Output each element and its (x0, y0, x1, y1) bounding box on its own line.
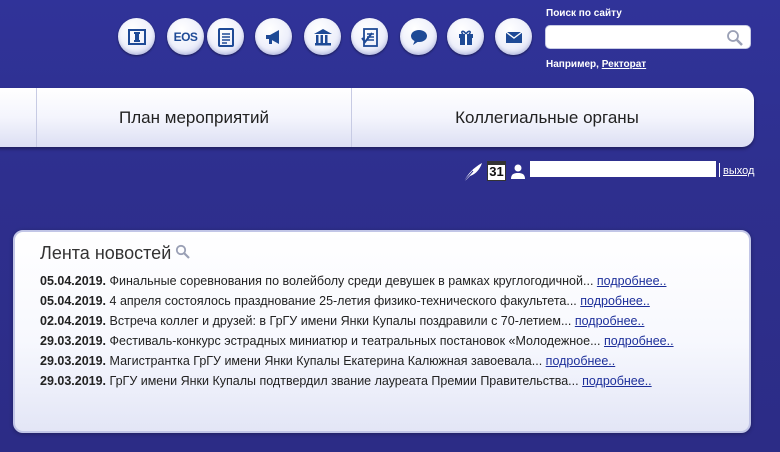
logout-link[interactable]: выход (723, 165, 754, 177)
menu-item-collegial-bodies[interactable]: Коллегиальные органы (352, 88, 742, 147)
menu-item-events-plan[interactable]: План мероприятий (37, 88, 351, 147)
news-item: 29.03.2019. Фестиваль-конкурс эстрадных … (40, 331, 674, 351)
user-name-field (530, 161, 716, 177)
megaphone-icon[interactable] (255, 18, 292, 55)
news-date: 29.03.2019. (40, 354, 107, 368)
news-list: 05.04.2019. Финальные соревнования по во… (40, 271, 674, 391)
news-title-text: Лента новостей (40, 243, 172, 263)
news-more-link[interactable]: подробнее.. (582, 374, 652, 388)
news-more-link[interactable]: подробнее.. (575, 314, 645, 328)
news-more-link[interactable]: подробнее.. (546, 354, 616, 368)
search-hint-prefix: Например, (546, 59, 599, 70)
news-text: Магистрантка ГрГУ имени Янки Купалы Екат… (109, 354, 543, 368)
main-menu: План мероприятий Коллегиальные органы (0, 88, 754, 147)
news-text: Встреча коллег и друзей: в ГрГУ имени Ян… (109, 314, 572, 328)
news-text: Финальные соревнования по волейболу сред… (109, 274, 594, 288)
news-item: 05.04.2019. 4 апреля состоялось празднов… (40, 291, 674, 311)
search-hint-link[interactable]: Ректорат (602, 59, 646, 70)
news-more-link[interactable]: подробнее.. (604, 334, 674, 348)
news-item: 05.04.2019. Финальные соревнования по во… (40, 271, 674, 291)
mail-icon[interactable] (495, 18, 532, 55)
news-date: 05.04.2019. (40, 274, 107, 288)
info-book-icon[interactable] (118, 18, 155, 55)
news-panel: Лента новостей 05.04.2019. Финальные сор… (13, 230, 751, 433)
news-date: 02.04.2019. (40, 314, 107, 328)
news-item: 29.03.2019. ГрГУ имени Янки Купалы подтв… (40, 371, 674, 391)
news-text: ГрГУ имени Янки Купалы подтвердил звание… (109, 374, 579, 388)
search-hint: Например, Ректорат (546, 59, 646, 70)
chat-bubble-icon[interactable] (400, 18, 437, 55)
menu-item-label: Коллегиальные органы (455, 107, 639, 127)
gift-icon[interactable] (447, 18, 484, 55)
user-icon (511, 164, 525, 179)
news-more-link[interactable]: подробнее.. (597, 274, 667, 288)
search-icon[interactable] (726, 29, 744, 47)
news-more-link[interactable]: подробнее.. (580, 294, 650, 308)
search-input[interactable] (550, 28, 726, 48)
news-date: 29.03.2019. (40, 334, 107, 348)
calendar-day-icon[interactable]: 31 (487, 161, 506, 181)
search-icon[interactable] (175, 244, 191, 259)
building-icon[interactable] (304, 18, 341, 55)
feather-icon[interactable] (462, 162, 484, 182)
search-label: Поиск по сайту (546, 8, 622, 19)
eos-label: EOS (173, 29, 198, 44)
news-item: 02.04.2019. Встреча коллег и друзей: в Г… (40, 311, 674, 331)
news-text: 4 апреля состоялось празднование 25-лети… (109, 294, 577, 308)
news-title: Лента новостей (40, 243, 191, 264)
search-box (545, 25, 751, 49)
news-date: 29.03.2019. (40, 374, 107, 388)
news-date: 05.04.2019. (40, 294, 107, 308)
divider (719, 163, 720, 177)
news-text: Фестиваль-конкурс эстрадных миниатюр и т… (109, 334, 601, 348)
eos-icon[interactable]: EOS (167, 18, 204, 55)
calendar-icon[interactable] (207, 18, 244, 55)
menu-item-label: План мероприятий (119, 107, 269, 127)
checklist-icon[interactable] (351, 18, 388, 55)
news-item: 29.03.2019. Магистрантка ГрГУ имени Янки… (40, 351, 674, 371)
